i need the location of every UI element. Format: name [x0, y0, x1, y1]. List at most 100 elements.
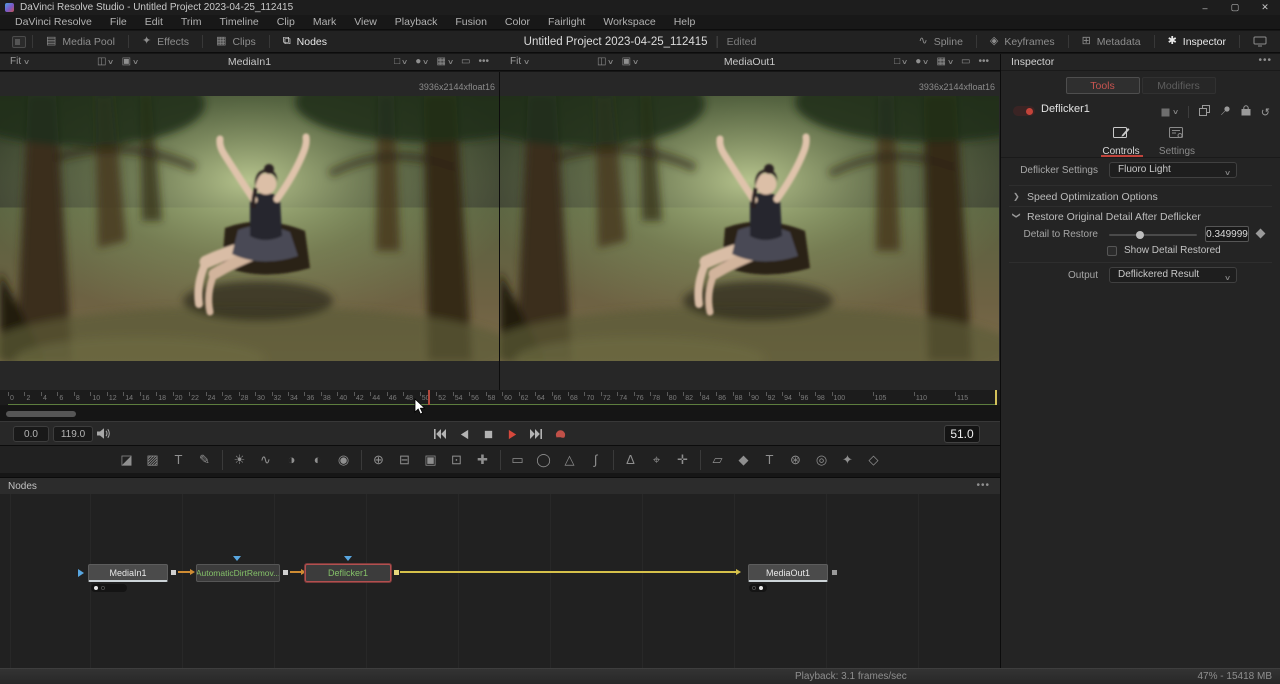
planar-tracker-tool-icon[interactable]: ⌖: [644, 449, 670, 471]
menu-timeline[interactable]: Timeline: [210, 16, 267, 28]
detail-slider[interactable]: [1109, 234, 1197, 236]
detail-value-field[interactable]: 0.349999: [1205, 226, 1249, 242]
inspector-options-menu[interactable]: •••: [1258, 55, 1272, 66]
menu-edit[interactable]: Edit: [136, 16, 172, 28]
version-dropdown[interactable]: ∨: [1161, 108, 1178, 117]
ellipse-mask-tool-icon[interactable]: ◯: [531, 449, 557, 471]
right-viewer-buffer-dropdown[interactable]: ◫∨: [595, 56, 616, 67]
minimize-button[interactable]: –: [1190, 0, 1220, 15]
keyframes-button[interactable]: ◈Keyframes: [977, 31, 1068, 52]
text-plus-tool-icon[interactable]: T: [166, 449, 192, 471]
subtab-controls[interactable]: Controls: [1093, 126, 1149, 157]
interface-layout-toggle[interactable]: [12, 36, 26, 48]
menu-file[interactable]: File: [101, 16, 136, 28]
menu-workspace[interactable]: Workspace: [594, 16, 664, 28]
copy-settings-icon[interactable]: [1199, 103, 1210, 121]
menu-mark[interactable]: Mark: [304, 16, 345, 28]
timeline-ruler[interactable]: 0246810121416182022242628303234363840424…: [0, 390, 1000, 405]
restore-detail-section[interactable]: ❯ Restore Original Detail After Deflicke…: [1001, 210, 1280, 226]
bspline-mask-tool-icon[interactable]: ∫: [583, 449, 609, 471]
adr-output-port[interactable]: [283, 570, 288, 575]
play-reverse-button[interactable]: [456, 426, 472, 442]
right-viewer-grid-dropdown[interactable]: ▦∨: [934, 56, 955, 67]
channel-booleans-tool-icon[interactable]: ⊟: [392, 449, 418, 471]
connection-mediain-adr[interactable]: [178, 571, 190, 573]
menu-fusion[interactable]: Fusion: [446, 16, 496, 28]
current-frame-field[interactable]: 51.0: [944, 425, 980, 443]
menu-fairlight[interactable]: Fairlight: [539, 16, 594, 28]
node-automaticdirtremoval[interactable]: AutomaticDirtRemov...: [196, 564, 280, 582]
clips-button[interactable]: ▦Clips: [203, 31, 269, 52]
node-deflicker1[interactable]: Deflicker1: [305, 564, 391, 582]
inspector-button[interactable]: ✱Inspector: [1155, 31, 1239, 52]
timeline-scrollbar[interactable]: [6, 411, 76, 417]
clean-feed-button[interactable]: [1240, 31, 1280, 52]
left-viewer-options-menu[interactable]: •••: [476, 56, 491, 67]
go-to-last-frame-button[interactable]: [528, 426, 544, 442]
shape-3d-tool-icon[interactable]: ◆: [731, 449, 757, 471]
go-to-first-frame-button[interactable]: [432, 426, 448, 442]
tracker-tool-icon[interactable]: ✛: [670, 449, 696, 471]
right-viewer-roi-button[interactable]: ▭: [959, 56, 972, 67]
renderer-3d-tool-icon[interactable]: ◇: [861, 449, 887, 471]
merge-tool-icon[interactable]: ⊕: [366, 449, 392, 471]
right-viewer-options-menu[interactable]: •••: [976, 56, 991, 67]
connection-adr-deflicker[interactable]: [290, 571, 301, 573]
blur-tool-icon[interactable]: ◉: [331, 449, 357, 471]
range-out-field[interactable]: 119.0: [53, 426, 93, 442]
detail-slider-thumb[interactable]: [1136, 231, 1144, 239]
pin-icon[interactable]: [1220, 103, 1231, 121]
right-viewer[interactable]: 3936x2144xfloat16: [500, 72, 999, 390]
range-in-field[interactable]: 0.0: [13, 426, 49, 442]
metadata-button[interactable]: ⊞Metadata: [1069, 31, 1154, 52]
color-curves-tool-icon[interactable]: ∿: [253, 449, 279, 471]
audio-mute-button[interactable]: [96, 427, 111, 445]
resize-tool-icon[interactable]: ⊡: [444, 449, 470, 471]
nodes-options-menu[interactable]: •••: [976, 480, 990, 491]
stop-button[interactable]: [480, 426, 496, 442]
spot-light-3d-tool-icon[interactable]: ✦: [835, 449, 861, 471]
playhead[interactable]: [428, 390, 430, 405]
menu-color[interactable]: Color: [496, 16, 539, 28]
node-mediaout1[interactable]: MediaOut1: [748, 564, 828, 582]
loop-button[interactable]: [552, 426, 568, 442]
menu-help[interactable]: Help: [665, 16, 705, 28]
connection-deflicker-mediaout[interactable]: [400, 571, 736, 573]
fast-noise-tool-icon[interactable]: ▨: [140, 449, 166, 471]
polygon-mask-tool-icon[interactable]: △: [557, 449, 583, 471]
paint-tool-icon[interactable]: ✎: [192, 449, 218, 471]
show-detail-checkbox[interactable]: [1107, 246, 1117, 256]
output-dropdown[interactable]: Deflickered Result∨: [1109, 267, 1237, 283]
matte-control-tool-icon[interactable]: ▣: [418, 449, 444, 471]
hue-curves-tool-icon[interactable]: ◑: [279, 449, 305, 471]
nodes-button[interactable]: ⧉Nodes: [270, 31, 340, 52]
node-enable-toggle[interactable]: [1013, 106, 1035, 116]
node-mediain1[interactable]: MediaIn1: [88, 564, 168, 582]
spline-button[interactable]: ∿Spline: [906, 31, 976, 52]
lock-icon[interactable]: [1241, 103, 1251, 121]
maximize-button[interactable]: ▢: [1220, 0, 1250, 15]
keyframe-diamond-icon[interactable]: [1256, 229, 1266, 239]
image-plane-3d-tool-icon[interactable]: ▱: [705, 449, 731, 471]
brightness-contrast-tool-icon[interactable]: ◐: [305, 449, 331, 471]
node-graph-canvas[interactable]: MediaIn1 AutomaticDirtRemov... Deflicker…: [0, 494, 1000, 668]
right-viewer-color-dropdown[interactable]: ●∨: [913, 56, 930, 67]
mediaout-output-port[interactable]: [832, 570, 837, 575]
merge-3d-tool-icon[interactable]: ⊛: [783, 449, 809, 471]
deflicker-output-port[interactable]: [394, 570, 399, 575]
left-viewer-buffer-dropdown[interactable]: ◫∨: [95, 56, 116, 67]
text-3d-tool-icon[interactable]: T: [757, 449, 783, 471]
mediain-output-port[interactable]: [171, 570, 176, 575]
color-corrector-tool-icon[interactable]: ☀: [227, 449, 253, 471]
rectangle-mask-tool-icon[interactable]: ▭: [505, 449, 531, 471]
reset-icon[interactable]: ↺: [1261, 106, 1270, 119]
left-viewer[interactable]: 3936x2144xfloat16: [0, 72, 499, 390]
left-viewer-channel-dropdown[interactable]: □∨: [392, 56, 409, 67]
right-viewer-zoom-dropdown[interactable]: Fit∨: [510, 56, 529, 67]
right-viewer-channel-dropdown[interactable]: □∨: [892, 56, 909, 67]
delta-keyer-tool-icon[interactable]: Δ: [618, 449, 644, 471]
left-viewer-roi-button[interactable]: ▭: [459, 56, 472, 67]
right-viewer-subview-dropdown[interactable]: ▣∨: [620, 56, 641, 67]
tab-tools[interactable]: Tools: [1066, 77, 1140, 94]
play-forward-button[interactable]: [504, 426, 520, 442]
